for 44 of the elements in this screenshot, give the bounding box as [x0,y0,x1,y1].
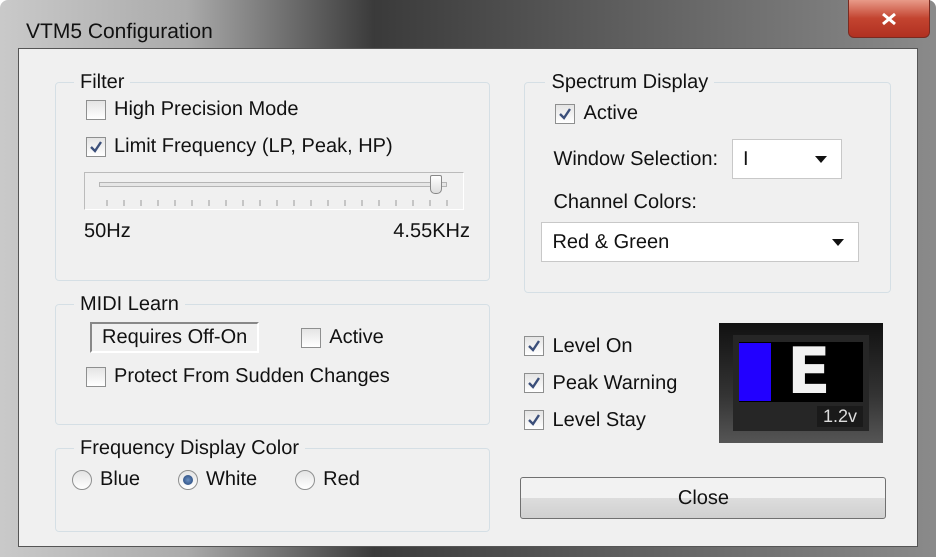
checkbox-label: High Precision Mode [114,98,299,121]
checkbox-label: Limit Frequency (LP, Peak, HP) [114,135,393,158]
level-bar [739,343,771,401]
checkbox-label: Peak Warning [552,372,678,394]
slider-thumb[interactable] [430,175,442,194]
radio-button[interactable] [295,470,316,490]
radio-label: Blue [100,468,140,491]
checkbox-label: Protect From Sudden Changes [114,365,390,388]
max-label: 4.55KHz [393,220,470,243]
radio-label: White [206,468,258,491]
close-icon [880,12,898,26]
close-button[interactable] [848,0,930,38]
caret-icon [832,238,844,246]
radio-button[interactable] [72,470,92,490]
dropdown[interactable]: I [732,139,842,179]
checkbox[interactable] [524,373,544,393]
checkbox[interactable] [524,410,544,430]
slider[interactable] [84,172,464,210]
group-title: Frequency Display Color [79,437,300,460]
meter-letter: E [787,340,831,404]
meter-reading: 1.2v [816,406,863,427]
radio-button[interactable] [178,470,198,490]
checkbox[interactable] [86,366,106,386]
caret-icon [815,156,828,162]
group-title: Filter [79,71,126,94]
window-title: VTM5 Configuration [26,20,213,44]
checkbox[interactable] [301,328,322,348]
checkbox-label: Level On [552,334,633,358]
min-label: 50Hz [84,220,131,243]
checkbox[interactable] [524,336,544,356]
status-indicator: Requires Off-On [90,322,260,353]
checkbox[interactable] [555,104,576,124]
checkbox[interactable] [86,136,106,156]
checkbox-label: Level Stay [552,408,646,432]
radio-label: Red [323,468,360,491]
group-title: Spectrum Display [550,71,710,94]
group-title: MIDI Learn [79,293,180,316]
field-label: Window Selection: [553,148,718,170]
checkbox-label: Active [583,102,638,125]
field-label: Channel Colors: [553,191,698,214]
checkbox-label: Active [329,326,384,349]
dropdown[interactable]: Red & Green [541,222,860,262]
close-button[interactable]: Close [520,477,886,519]
checkbox[interactable] [86,100,106,120]
